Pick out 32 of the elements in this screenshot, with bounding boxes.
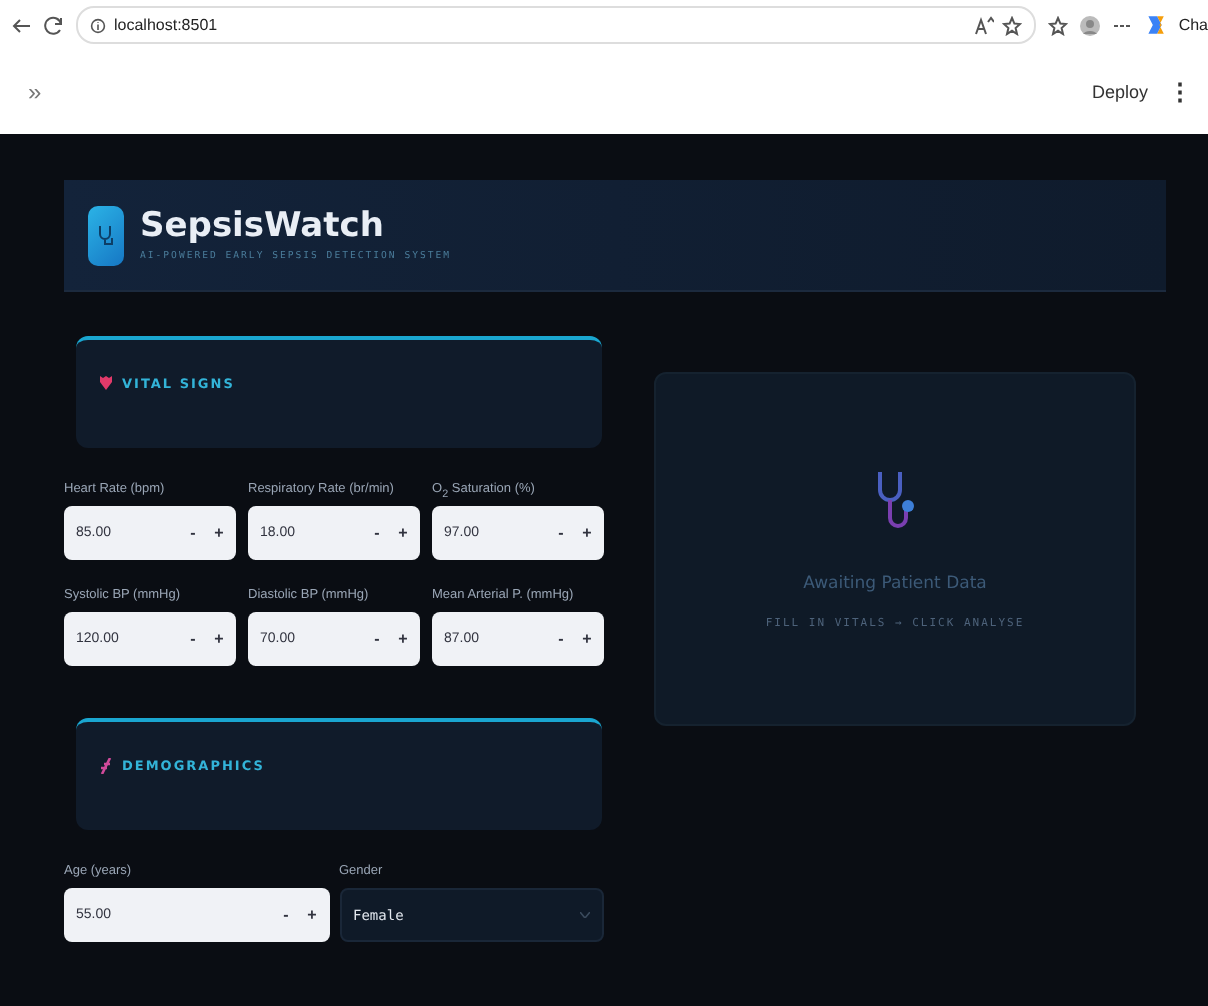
app-title: SepsisWatch bbox=[140, 209, 386, 243]
status-title: Awaiting Patient Data bbox=[803, 574, 987, 594]
decrement-button[interactable]: - bbox=[364, 524, 390, 542]
stethoscope-icon bbox=[873, 470, 917, 530]
read-aloud-icon[interactable] bbox=[974, 15, 995, 35]
increment-button[interactable]: + bbox=[206, 524, 232, 542]
back-icon[interactable] bbox=[12, 15, 32, 35]
deploy-button[interactable]: Deploy bbox=[1091, 82, 1148, 102]
decrement-button[interactable]: - bbox=[273, 906, 299, 924]
favorites-icon[interactable] bbox=[1048, 15, 1069, 35]
decrement-button[interactable]: - bbox=[548, 524, 574, 542]
chevron-down-icon bbox=[580, 912, 590, 918]
increment-button[interactable]: + bbox=[390, 524, 416, 542]
increment-button[interactable]: + bbox=[206, 630, 232, 648]
decrement-button[interactable]: - bbox=[548, 630, 574, 648]
increment-button[interactable]: + bbox=[299, 906, 325, 924]
increment-button[interactable]: + bbox=[390, 630, 416, 648]
star-icon[interactable] bbox=[1002, 15, 1023, 35]
reload-icon[interactable] bbox=[44, 15, 64, 35]
decrement-button[interactable]: - bbox=[180, 630, 206, 648]
increment-button[interactable]: + bbox=[574, 524, 600, 542]
sidebar-label[interactable]: Cha bbox=[1178, 16, 1208, 34]
sidebar-toggle[interactable]: » bbox=[28, 78, 42, 106]
menu-button[interactable]: ⋮ bbox=[1168, 78, 1192, 106]
url-text: localhost:8501 bbox=[114, 16, 218, 34]
increment-button[interactable]: + bbox=[574, 630, 600, 648]
address-bar[interactable]: localhost:8501 bbox=[76, 6, 1037, 44]
logo-icon bbox=[88, 205, 124, 265]
decrement-button[interactable]: - bbox=[180, 524, 206, 542]
decrement-button[interactable]: - bbox=[364, 630, 390, 648]
info-icon bbox=[90, 17, 106, 33]
avatar-icon[interactable] bbox=[1080, 15, 1101, 35]
